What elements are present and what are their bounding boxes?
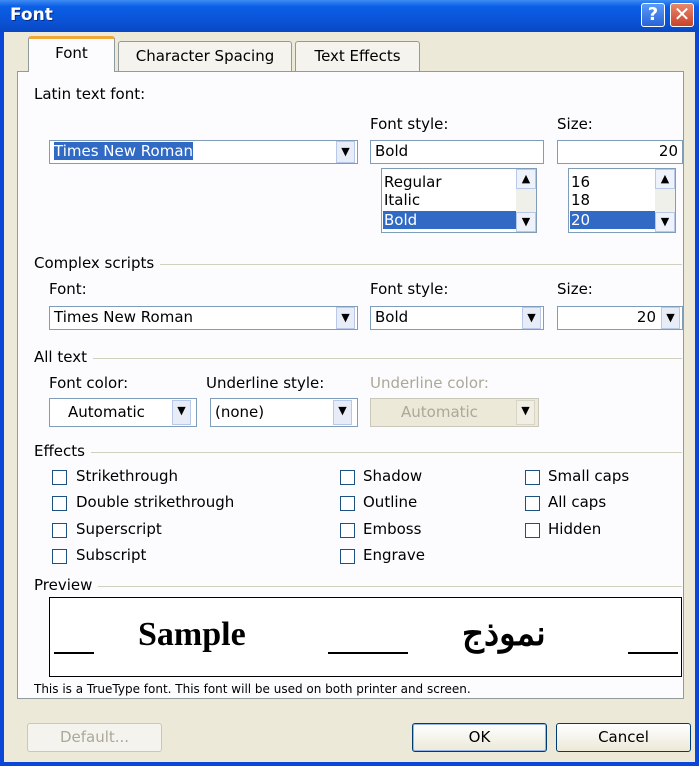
- double-strikethrough-label: Double strikethrough: [76, 493, 235, 511]
- emboss-checkbox[interactable]: [340, 523, 355, 538]
- underline-color-combobox: Automatic: [370, 398, 539, 427]
- scrollbar[interactable]: ▲ ▼: [655, 169, 675, 232]
- preview-baseline-line: [328, 652, 408, 654]
- list-item[interactable]: 18: [571, 191, 590, 209]
- complex-style-label: Font style:: [370, 280, 449, 298]
- latin-size-input[interactable]: 20: [557, 140, 683, 164]
- underline-style-label: Underline style:: [206, 374, 325, 392]
- latin-style-input[interactable]: Bold: [370, 140, 544, 164]
- ok-button-label: OK: [468, 728, 491, 746]
- list-item-selected[interactable]: Bold: [383, 211, 517, 229]
- list-item-selected[interactable]: 20: [570, 211, 656, 229]
- underline-color-value: Automatic: [401, 403, 478, 421]
- latin-size-value: 20: [658, 142, 678, 160]
- list-item[interactable]: Italic: [384, 191, 420, 209]
- complex-size-label: Size:: [557, 280, 593, 298]
- tab-font[interactable]: Font: [28, 36, 115, 72]
- complex-size-dropdown-icon[interactable]: [661, 307, 680, 329]
- group-divider: [34, 452, 682, 453]
- font-color-label: Font color:: [49, 374, 129, 392]
- scroll-down-icon[interactable]: ▼: [655, 212, 675, 232]
- tab-character-spacing-label: Character Spacing: [135, 47, 275, 65]
- latin-style-list[interactable]: Regular Italic Bold ▲ ▼: [381, 168, 537, 233]
- preview-arabic-sample: نموذج: [462, 614, 546, 654]
- engrave-label: Engrave: [363, 546, 425, 564]
- complex-font-dropdown-icon[interactable]: [336, 307, 355, 329]
- outline-checkbox[interactable]: [340, 496, 355, 511]
- close-button[interactable]: ✕: [670, 3, 694, 27]
- complex-style-dropdown-icon[interactable]: [522, 307, 541, 329]
- group-divider: [34, 586, 682, 587]
- window-title: Font: [10, 5, 53, 25]
- tab-text-effects[interactable]: Text Effects: [295, 41, 420, 71]
- shadow-checkbox[interactable]: [340, 470, 355, 485]
- emboss-label: Emboss: [363, 520, 422, 538]
- complex-style-combobox[interactable]: Bold: [370, 306, 544, 330]
- latin-font-combobox[interactable]: Times New Roman: [49, 140, 358, 164]
- latin-font-dropdown-icon[interactable]: [336, 141, 355, 163]
- font-color-value: Automatic: [68, 403, 145, 421]
- title-bar[interactable]: Font ? ✕: [0, 0, 699, 32]
- subscript-label: Subscript: [76, 546, 147, 564]
- latin-size-list[interactable]: 16 18 20 ▲ ▼: [568, 168, 676, 233]
- underline-color-dropdown-icon: [516, 400, 535, 425]
- latin-style-value: Bold: [375, 142, 409, 160]
- tab-character-spacing[interactable]: Character Spacing: [118, 41, 292, 71]
- effects-group-label: Effects: [34, 442, 91, 460]
- hidden-checkbox[interactable]: [525, 523, 540, 538]
- cancel-button[interactable]: Cancel: [556, 723, 691, 752]
- tab-font-label: Font: [55, 44, 88, 62]
- scroll-up-icon[interactable]: ▲: [516, 169, 536, 189]
- alltext-group-label: All text: [34, 348, 93, 366]
- complex-size-value: 20: [636, 308, 656, 326]
- tab-text-effects-label: Text Effects: [314, 47, 401, 65]
- font-color-dropdown-icon[interactable]: [172, 400, 191, 425]
- list-item[interactable]: 16: [571, 173, 590, 191]
- strikethrough-label: Strikethrough: [76, 467, 179, 485]
- default-button-label: Default...: [59, 728, 130, 746]
- preview-latin-sample: Sample: [138, 616, 246, 653]
- ok-button[interactable]: OK: [412, 723, 547, 752]
- underline-style-value: (none): [215, 403, 265, 421]
- complex-group-label: Complex scripts: [34, 254, 161, 272]
- list-item[interactable]: Regular: [384, 173, 442, 191]
- engrave-checkbox[interactable]: [340, 549, 355, 564]
- shadow-label: Shadow: [363, 467, 423, 485]
- scroll-down-icon[interactable]: ▼: [516, 212, 536, 232]
- latin-font-label: Latin text font:: [34, 85, 146, 103]
- outline-label: Outline: [363, 493, 418, 511]
- hidden-label: Hidden: [548, 520, 602, 538]
- superscript-checkbox[interactable]: [52, 523, 67, 538]
- latin-style-label: Font style:: [370, 115, 449, 133]
- default-button[interactable]: Default...: [27, 723, 162, 752]
- complex-font-label: Font:: [49, 280, 87, 298]
- cancel-button-label: Cancel: [598, 728, 649, 746]
- help-button[interactable]: ?: [641, 3, 665, 27]
- small-caps-checkbox[interactable]: [525, 470, 540, 485]
- preview-box: Sample نموذج: [49, 597, 682, 677]
- complex-style-value: Bold: [375, 308, 409, 326]
- preview-baseline-line: [628, 652, 678, 654]
- scroll-up-icon[interactable]: ▲: [655, 169, 675, 189]
- group-divider: [34, 358, 682, 359]
- underline-style-dropdown-icon[interactable]: [333, 400, 352, 425]
- small-caps-label: Small caps: [548, 467, 630, 485]
- all-caps-label: All caps: [548, 493, 607, 511]
- preview-font-note: This is a TrueType font. This font will …: [34, 682, 471, 696]
- scrollbar[interactable]: ▲ ▼: [516, 169, 536, 232]
- underline-color-label: Underline color:: [370, 374, 489, 392]
- strikethrough-checkbox[interactable]: [52, 470, 67, 485]
- latin-font-value: Times New Roman: [54, 142, 194, 160]
- close-icon: ✕: [673, 2, 691, 26]
- preview-baseline-line: [54, 652, 94, 654]
- double-strikethrough-checkbox[interactable]: [52, 496, 67, 511]
- latin-size-label: Size:: [557, 115, 593, 133]
- all-caps-checkbox[interactable]: [525, 496, 540, 511]
- preview-group-label: Preview: [34, 576, 99, 594]
- subscript-checkbox[interactable]: [52, 549, 67, 564]
- complex-font-value: Times New Roman: [54, 308, 194, 326]
- help-icon: ?: [647, 4, 659, 25]
- complex-font-combobox[interactable]: Times New Roman: [49, 306, 358, 330]
- superscript-label: Superscript: [76, 520, 162, 538]
